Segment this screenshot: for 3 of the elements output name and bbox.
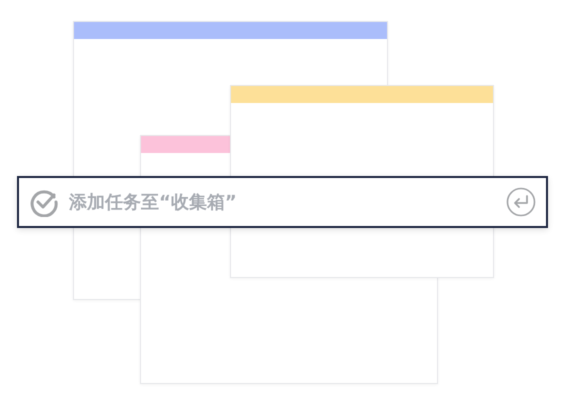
task-input[interactable]: 添加任务至“收集箱” [67, 190, 498, 214]
enter-icon[interactable] [506, 187, 536, 217]
task-input-field[interactable]: 添加任务至“收集箱” [17, 176, 548, 228]
